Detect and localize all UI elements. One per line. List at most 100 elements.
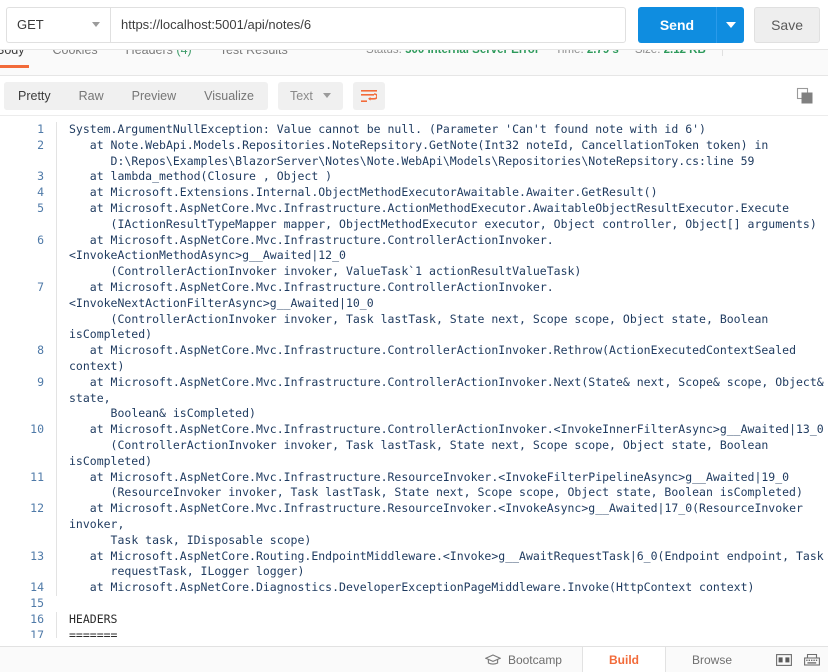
word-wrap-icon — [360, 89, 377, 102]
code-line: 15 — [0, 596, 828, 612]
mode-build[interactable]: Build — [581, 646, 666, 672]
code-line-number: 9 — [37, 374, 44, 389]
request-url-value: https://localhost:5001/api/notes/6 — [121, 17, 312, 32]
send-options-button[interactable] — [716, 6, 745, 43]
response-time-label: Time: — [555, 50, 584, 56]
code-line: 7 at Microsoft.AspNetCore.Mvc.Infrastruc… — [0, 279, 828, 344]
code-line-number: 2 — [37, 137, 44, 152]
code-line: 11 at Microsoft.AspNetCore.Mvc.Infrastru… — [0, 469, 828, 502]
response-status: Status: 500 Internal Server Error — [366, 50, 539, 58]
code-line: 14 at Microsoft.AspNetCore.Diagnostics.D… — [0, 580, 828, 596]
response-tabs: Body Cookies Headers (4) Test Results — [0, 50, 302, 75]
response-tabs-row: Body Cookies Headers (4) Test Results St… — [0, 50, 828, 76]
code-line-number: 7 — [37, 279, 44, 294]
code-line-text: at Microsoft.AspNetCore.Mvc.Infrastructu… — [56, 422, 828, 470]
keyboard-icon — [804, 653, 820, 666]
content-type-value: Text — [289, 88, 313, 103]
code-line-text: at Microsoft.AspNetCore.Mvc.Infrastructu… — [56, 469, 828, 502]
code-line-text: at Microsoft.AspNetCore.Mvc.Infrastructu… — [56, 279, 828, 344]
response-body-viewer[interactable]: 1 System.ArgumentNullException: Value can… — [0, 116, 828, 638]
code-line: 9 at Microsoft.AspNetCore.Mvc.Infrastruc… — [0, 374, 828, 423]
tab-test-results-label: Test Results — [219, 50, 288, 57]
code-line-number: 4 — [37, 185, 44, 200]
view-visualize[interactable]: Visualize — [190, 82, 268, 110]
content-type-select[interactable]: Text — [277, 81, 343, 110]
code-line-number: 13 — [30, 548, 44, 563]
view-raw[interactable]: Raw — [65, 82, 118, 110]
tab-headers-count: (4) — [176, 50, 192, 57]
copy-icon — [796, 87, 813, 103]
keyboard-shortcuts-button[interactable] — [804, 652, 820, 668]
chevron-down-icon — [322, 93, 331, 98]
response-size: Size: 2.12 KB — [635, 50, 706, 58]
tab-headers[interactable]: Headers (4) — [112, 50, 206, 58]
code-line-text: at Microsoft.AspNetCore.Diagnostics.Deve… — [56, 580, 828, 596]
code-line-number: 1 — [37, 122, 44, 136]
word-wrap-button[interactable] — [352, 81, 385, 110]
two-pane-layout-icon — [776, 653, 792, 666]
bootcamp-button[interactable]: Bootcamp — [484, 652, 562, 667]
code-line-number: 14 — [30, 580, 44, 595]
code-line-text: at lambda_method(Closure , Object ) — [56, 169, 828, 186]
meta-divider — [721, 50, 723, 56]
graduation-cap-icon — [484, 653, 501, 665]
bottom-status-bar: Bootcamp Build Browse — [0, 646, 828, 672]
code-line-number: 17 — [30, 627, 44, 639]
response-meta: Status: 500 Internal Server Error Time: … — [366, 50, 820, 58]
response-status-label: Status: — [366, 50, 402, 56]
code-line-number: 3 — [37, 169, 44, 184]
code-line-number: 10 — [30, 422, 44, 437]
response-time: Time: 2.79 s — [555, 50, 619, 58]
bootcamp-label: Bootcamp — [507, 652, 562, 667]
http-method-label: GET — [17, 17, 44, 32]
send-button[interactable]: Send — [637, 6, 717, 43]
response-view-group: Pretty Raw Preview Visualize — [4, 81, 268, 110]
code-line-text: at Microsoft.AspNetCore.Mvc.Infrastructu… — [56, 501, 828, 549]
code-line: 16 HEADERS — [0, 611, 828, 628]
code-line: 1 System.ArgumentNullException: Value can… — [0, 122, 828, 138]
code-line: 12 at Microsoft.AspNetCore.Mvc.Infrastru… — [0, 501, 828, 549]
copy-response-button[interactable] — [792, 83, 818, 109]
layout-icon-group — [776, 652, 820, 668]
tab-cookies[interactable]: Cookies — [39, 50, 112, 58]
http-method-select[interactable]: GET — [6, 6, 110, 43]
code-line-text: HEADERS — [56, 611, 828, 628]
code-line-text: System.ArgumentNullException: Value cann… — [56, 122, 828, 138]
code-line-number: 5 — [37, 200, 44, 215]
code-line: 6 at Microsoft.AspNetCore.Mvc.Infrastruc… — [0, 232, 828, 280]
response-format-bar: Pretty Raw Preview Visualize Text — [0, 76, 828, 116]
code-line: 13 at Microsoft.AspNetCore.Routing.Endpo… — [0, 548, 828, 581]
code-line-text: at Microsoft.Extensions.Internal.ObjectM… — [56, 185, 828, 201]
code-line: 4 at Microsoft.Extensions.Internal.Objec… — [0, 185, 828, 201]
tab-body[interactable]: Body — [0, 50, 39, 68]
tab-test-results[interactable]: Test Results — [206, 50, 302, 58]
request-url-input[interactable]: https://localhost:5001/api/notes/6 — [110, 6, 626, 43]
code-line-number: 12 — [30, 501, 44, 516]
code-line-number: 16 — [30, 611, 44, 626]
tab-body-label: Body — [0, 50, 25, 57]
response-code-lines: 1 System.ArgumentNullException: Value can… — [0, 122, 828, 638]
mode-toggle: Build Browse — [581, 646, 758, 672]
code-line: 2 at Note.WebApi.Models.Repositories.Not… — [0, 137, 828, 170]
code-line-number: 6 — [37, 232, 44, 247]
code-line-number: 11 — [30, 469, 44, 484]
two-pane-layout-button[interactable] — [776, 652, 792, 668]
code-line: 10 at Microsoft.AspNetCore.Mvc.Infrastru… — [0, 422, 828, 470]
code-line-text: at Microsoft.AspNetCore.Mvc.Infrastructu… — [56, 200, 828, 233]
code-line: 3 at lambda_method(Closure , Object ) — [0, 169, 828, 186]
send-button-group: Send — [637, 6, 745, 43]
code-line-number: 15 — [30, 595, 44, 610]
mode-browse[interactable]: Browse — [666, 647, 758, 672]
code-line: 5 at Microsoft.AspNetCore.Mvc.Infrastruc… — [0, 200, 828, 233]
tab-headers-label: Headers — [125, 50, 173, 57]
save-button[interactable]: Save — [754, 6, 820, 43]
response-size-label: Size: — [634, 50, 661, 56]
view-preview[interactable]: Preview — [118, 82, 190, 110]
code-line-text: at Microsoft.AspNetCore.Mvc.Infrastructu… — [56, 232, 828, 280]
tab-cookies-label: Cookies — [52, 50, 98, 57]
chevron-down-icon — [92, 22, 100, 27]
response-size-value: 2.12 KB — [663, 50, 706, 56]
code-line: 17 ======= — [0, 627, 828, 639]
view-pretty[interactable]: Pretty — [4, 81, 65, 110]
code-line: 8 at Microsoft.AspNetCore.Mvc.Infrastruc… — [0, 343, 828, 375]
